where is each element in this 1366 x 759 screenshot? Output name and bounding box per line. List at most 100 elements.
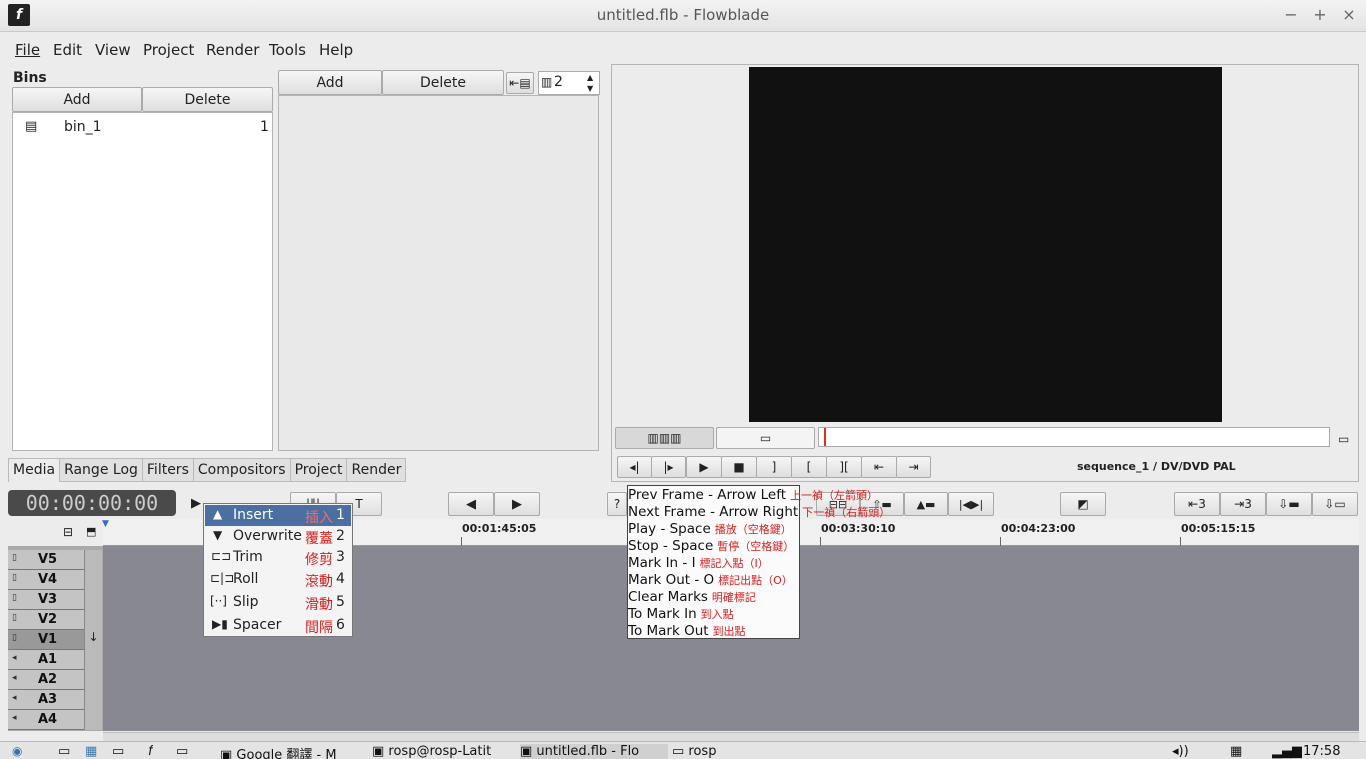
clear-marks-button[interactable]: ][ xyxy=(826,456,862,478)
menu-tools[interactable]: Tools xyxy=(269,38,306,62)
spin-arrows-icon[interactable]: ▲ ▼ xyxy=(587,72,593,94)
track-label: A3 xyxy=(38,692,58,707)
redo-button[interactable]: ▶ xyxy=(494,492,540,516)
ruler-label: 00:05:15:15 xyxy=(1181,522,1256,535)
clip-view-button[interactable]: ▭ xyxy=(716,427,815,449)
track-a4[interactable]: ◂ A4 xyxy=(8,710,102,730)
menu-edit[interactable]: Edit xyxy=(53,38,82,62)
track-v3[interactable]: ▯ V3 xyxy=(8,590,102,610)
next-frame-button[interactable]: |▸ xyxy=(651,456,686,478)
terminal-icon[interactable]: ▭ xyxy=(176,744,188,759)
track-a3[interactable]: ◂ A3 xyxy=(8,690,102,710)
prev-frame-button[interactable]: ◂| xyxy=(617,456,652,478)
trim-left-3-button[interactable]: ⇤3 xyxy=(1174,492,1220,516)
task-folder[interactable]: ▭ rosp xyxy=(672,744,818,759)
task-browser[interactable]: ▣ Google 翻譯 - M xyxy=(220,744,360,759)
menu-spacer-label[interactable]: Spacer xyxy=(233,617,281,633)
resync-button[interactable]: ◩ xyxy=(1060,492,1106,516)
track-icon: ▯ xyxy=(12,593,17,603)
menu-overwrite-label[interactable]: Overwrite xyxy=(233,528,302,544)
track-label: V1 xyxy=(38,632,58,647)
flowblade-icon[interactable]: f xyxy=(148,744,153,759)
bin-add-button[interactable]: Add xyxy=(12,87,142,112)
trim-right-3-button[interactable]: ⇥3 xyxy=(1220,492,1266,516)
media-add-button[interactable]: Add xyxy=(278,70,382,95)
columns-icon[interactable]: ⇤▤ xyxy=(506,72,534,94)
mark-out-button[interactable]: [ xyxy=(791,456,827,478)
lock-icon[interactable]: ⬒ xyxy=(86,525,96,538)
to-mark-out-button[interactable]: ⇥ xyxy=(896,456,931,478)
task-terminal[interactable]: ▣ rosp@rosp-Latit xyxy=(372,744,512,759)
range-button[interactable]: |◀▶| xyxy=(948,492,994,516)
menu-project[interactable]: Project xyxy=(143,38,194,62)
track-v5[interactable]: ▯ V5 xyxy=(8,550,102,570)
tool-select-icon[interactable]: ▶ xyxy=(191,496,201,511)
signal-icon[interactable]: ▂▄▆ xyxy=(1272,744,1302,759)
playhead-marker xyxy=(824,428,826,446)
position-bar[interactable] xyxy=(818,427,1330,447)
menu-view[interactable]: View xyxy=(95,38,131,62)
ruler-tick xyxy=(461,537,462,546)
list-item[interactable]: ▤ bin_1 1 xyxy=(13,117,272,139)
minimize-button[interactable]: − xyxy=(1280,4,1302,26)
menu-slip-label[interactable]: Slip xyxy=(233,594,259,610)
down-all-button[interactable]: ⇩▭ xyxy=(1312,492,1358,516)
monitor-menu-icon[interactable]: ▭ xyxy=(1338,432,1349,446)
ruler-label: 00:03:30:10 xyxy=(821,522,896,535)
tab-media[interactable]: Media xyxy=(8,458,61,482)
tab-compositors[interactable]: Compositors xyxy=(193,458,291,482)
track-end xyxy=(84,550,102,570)
start-menu-icon[interactable]: ◉ xyxy=(12,744,22,759)
menu-insert-label: Insert xyxy=(233,507,274,523)
tab-range-log[interactable]: Range Log xyxy=(60,458,143,482)
track-end xyxy=(84,570,102,590)
volume-icon[interactable]: ◂)) xyxy=(1172,744,1189,759)
track-v4[interactable]: ▯ V4 xyxy=(8,570,102,590)
arrow-pointer-icon: ▲ xyxy=(213,507,223,521)
tooltip-row: Mark Out - O 標記出點（O） xyxy=(628,572,793,588)
down-track-button[interactable]: ⇩▬ xyxy=(1266,492,1312,516)
to-mark-in-button[interactable]: ⇤ xyxy=(861,456,897,478)
track-v2[interactable]: ▯ V2 xyxy=(8,610,102,630)
network-icon[interactable]: ▦ xyxy=(85,744,97,759)
roll-icon: ⊏|⊐ xyxy=(210,571,235,585)
window-icon[interactable]: ▭ xyxy=(112,744,124,759)
tab-render[interactable]: Render xyxy=(347,458,407,482)
menu-roll-label[interactable]: Roll xyxy=(233,571,258,587)
timeline-view-button[interactable]: ▥▥▥ xyxy=(615,427,714,449)
append-button[interactable]: ▲▬ xyxy=(904,492,948,516)
mark-in-button[interactable]: ] xyxy=(756,456,792,478)
media-delete-button[interactable]: Delete xyxy=(382,70,504,95)
play-button[interactable]: ▶ xyxy=(686,456,722,478)
tooltip-en: Stop - Space xyxy=(628,538,714,554)
task-flowblade[interactable]: ▣ untitled.flb - Flo xyxy=(520,744,668,759)
audio-icon: ◂ xyxy=(12,653,17,663)
menu-render[interactable]: Render xyxy=(206,38,259,62)
track-end xyxy=(84,590,102,610)
track-a1[interactable]: ◂ A1 xyxy=(8,650,102,670)
menu-help[interactable]: Help xyxy=(319,38,353,62)
close-button[interactable]: × xyxy=(1338,4,1360,26)
menu-trim-label[interactable]: Trim xyxy=(233,549,263,565)
track-label: V4 xyxy=(38,572,58,587)
columns-spin[interactable]: ▥ 2 ▲ ▼ xyxy=(538,71,600,95)
files-icon[interactable]: ▭ xyxy=(58,744,70,759)
compress-tracks-icon[interactable]: ⊟ xyxy=(63,525,73,539)
menu-slip-key: 5 xyxy=(336,594,345,610)
horizontal-scrollbar[interactable] xyxy=(103,732,1359,741)
track-v1[interactable]: ▯ V1 ↓ xyxy=(8,630,102,650)
bin-delete-button[interactable]: Delete xyxy=(142,87,273,112)
menu-file[interactable]: File xyxy=(15,38,40,62)
tab-project[interactable]: Project xyxy=(290,458,348,482)
stop-button[interactable]: ■ xyxy=(721,456,757,478)
tab-filters[interactable]: Filters xyxy=(142,458,194,482)
maximize-button[interactable]: + xyxy=(1309,4,1331,26)
bin-icon: ▤ xyxy=(25,119,38,134)
find-button[interactable]: ? xyxy=(607,492,627,516)
tooltip-row: Stop - Space 暫停（空格鍵） xyxy=(628,538,794,554)
keyboard-icon[interactable]: ▦ xyxy=(1230,744,1242,759)
undo-button[interactable]: ◀ xyxy=(448,492,494,516)
track-a2[interactable]: ◂ A2 xyxy=(8,670,102,690)
tooltip-row: Next Frame - Arrow Right 下一禎（右箭頭） xyxy=(628,504,890,520)
ruler-tick xyxy=(820,537,821,546)
